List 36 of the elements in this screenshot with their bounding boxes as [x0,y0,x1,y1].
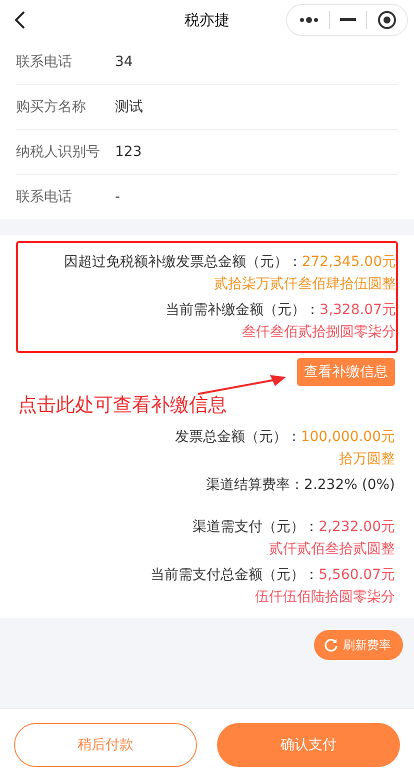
back-icon[interactable] [14,10,26,30]
minimize-icon[interactable] [340,18,356,22]
field-label: 纳税人识别号 [16,143,101,161]
amount-label: 发票总金额（元）： [174,428,301,446]
close-icon[interactable] [377,10,397,30]
amount-value: 272,345.00元 [302,253,396,271]
amount-value: 3,328.07元 [320,301,396,319]
amount-in-words: 伍仟伍佰陆拾圆零柒分 [255,588,395,606]
amount-in-words: 贰仟贰佰叁拾贰圆整 [269,540,395,558]
amount-label: 当前需补缴金额（元）： [166,301,320,319]
annotation-text: 点击此处可查看补缴信息 [18,394,227,416]
amount-value: 5,560.07元 [318,566,395,584]
pay-later-button[interactable]: 稍后付款 [14,723,197,767]
amount-label: 当前需支付总金额（元）： [150,566,319,584]
amount-label: 因超过免税额补缴发票总金额（元）： [64,253,302,271]
amount-value: 100,000.00元 [300,428,395,446]
view-details-button[interactable]: 查看补缴信息 [297,358,395,386]
confirm-payment-button[interactable]: 确认支付 [217,723,400,767]
field-value: 123 [115,144,142,160]
amount-in-words: 拾万圆整 [339,450,395,468]
more-icon[interactable] [299,16,319,24]
field-value: 测试 [115,98,143,116]
refresh-icon [324,638,338,652]
field-label: 联系电话 [16,188,73,206]
field-value: 34 [115,54,133,70]
refresh-rate-button[interactable]: 刷新费率 [314,630,403,660]
field-label: 联系电话 [16,53,73,71]
amount-value: 2,232.00元 [318,518,395,536]
page-title: 税亦捷 [184,10,230,30]
amount-label: 渠道需支付（元）： [192,518,319,536]
capsule-menu[interactable] [286,4,408,36]
field-label: 购买方名称 [16,98,87,116]
amount-in-words: 贰拾柒万贰仟叁佰肆拾伍圆整 [214,275,396,293]
amount-in-words: 叁仟叁佰贰拾捌圆零柒分 [242,323,396,341]
field-value: - [115,189,120,205]
rate-text: 渠道结算费率：2.232% (0%) [206,476,395,494]
